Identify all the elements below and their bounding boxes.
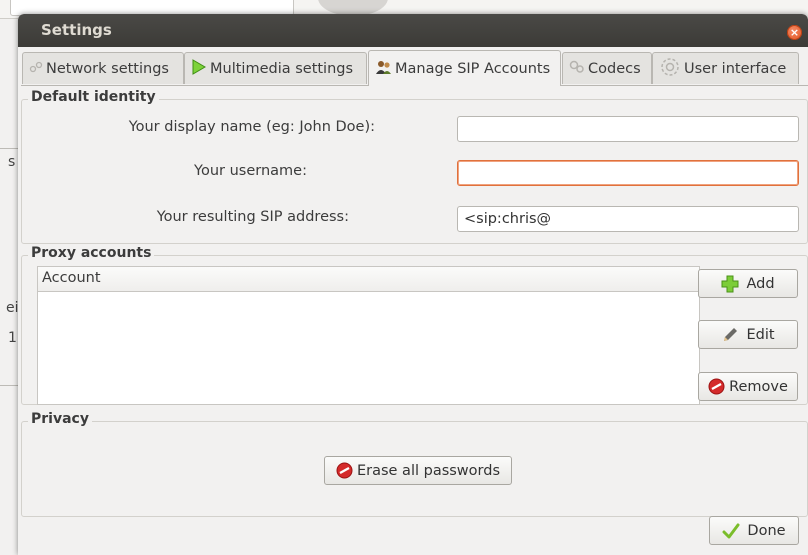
tab-codecs[interactable]: Codecs [562,52,652,84]
background-text-fragment: ei [6,300,19,316]
display-name-input[interactable] [457,116,799,142]
tab-label: User interface [684,60,787,77]
tab-bar: Network settings Multimedia settings Man… [18,50,808,86]
close-button[interactable]: × [787,25,802,40]
user-interface-icon [659,56,681,82]
codecs-icon [569,60,585,78]
close-icon: × [789,26,800,39]
remove-button[interactable]: Remove [698,372,798,401]
column-header-account[interactable]: Account [38,267,699,292]
remove-button-label: Remove [729,378,788,395]
dialog-title: Settings [41,21,112,39]
sip-address-label: Your resulting SIP address: [156,209,349,225]
default-identity-group: Default identity Your display name (eg: … [21,89,808,244]
add-button-label: Add [746,275,775,292]
pencil-icon [721,326,739,344]
username-input[interactable] [457,160,799,186]
sip-address-field: <sip:chris@ [457,206,799,232]
play-icon [191,58,207,79]
erase-passwords-label: Erase all passwords [356,462,501,479]
tab-multimedia-settings[interactable]: Multimedia settings [184,52,367,84]
tab-label: Codecs [588,60,641,77]
done-button-label: Done [747,522,786,539]
group-title: Privacy [28,411,92,427]
plus-icon [721,275,739,293]
display-name-label: Your display name (eg: John Doe): [128,119,375,135]
tab-label: Multimedia settings [210,60,354,77]
checkmark-icon [722,522,740,540]
tab-label: Manage SIP Accounts [395,60,551,77]
accounts-icon [375,59,392,79]
background-text-fragment: s [8,154,16,170]
tab-network-settings[interactable]: Network settings [22,52,184,84]
tab-content: Default identity Your display name (eg: … [21,85,808,517]
remove-icon [708,378,725,395]
proxy-accounts-group: Proxy accounts Account Add Edit Remove [21,245,808,405]
add-button[interactable]: Add [698,269,798,298]
group-title: Default identity [28,89,159,105]
titlebar: Settings × [18,14,808,47]
background-divider [0,385,18,386]
settings-dialog: Settings × Network settings Multimedia s… [18,14,808,555]
background-divider [0,148,18,149]
username-label: Your username: [194,163,307,179]
privacy-group: Privacy Erase all passwords [21,411,808,517]
accounts-list[interactable]: Account [37,266,700,405]
group-title: Proxy accounts [28,245,155,261]
edit-button-label: Edit [746,326,775,343]
network-icon [29,60,43,78]
tab-manage-sip-accounts[interactable]: Manage SIP Accounts [368,50,561,86]
erase-passwords-button[interactable]: Erase all passwords [324,456,512,485]
remove-icon [336,462,353,479]
background-text-fragment: 1 [8,330,17,346]
edit-button[interactable]: Edit [698,320,798,349]
done-button[interactable]: Done [709,516,799,545]
tab-user-interface[interactable]: User interface [652,52,799,84]
tab-label: Network settings [46,60,169,77]
